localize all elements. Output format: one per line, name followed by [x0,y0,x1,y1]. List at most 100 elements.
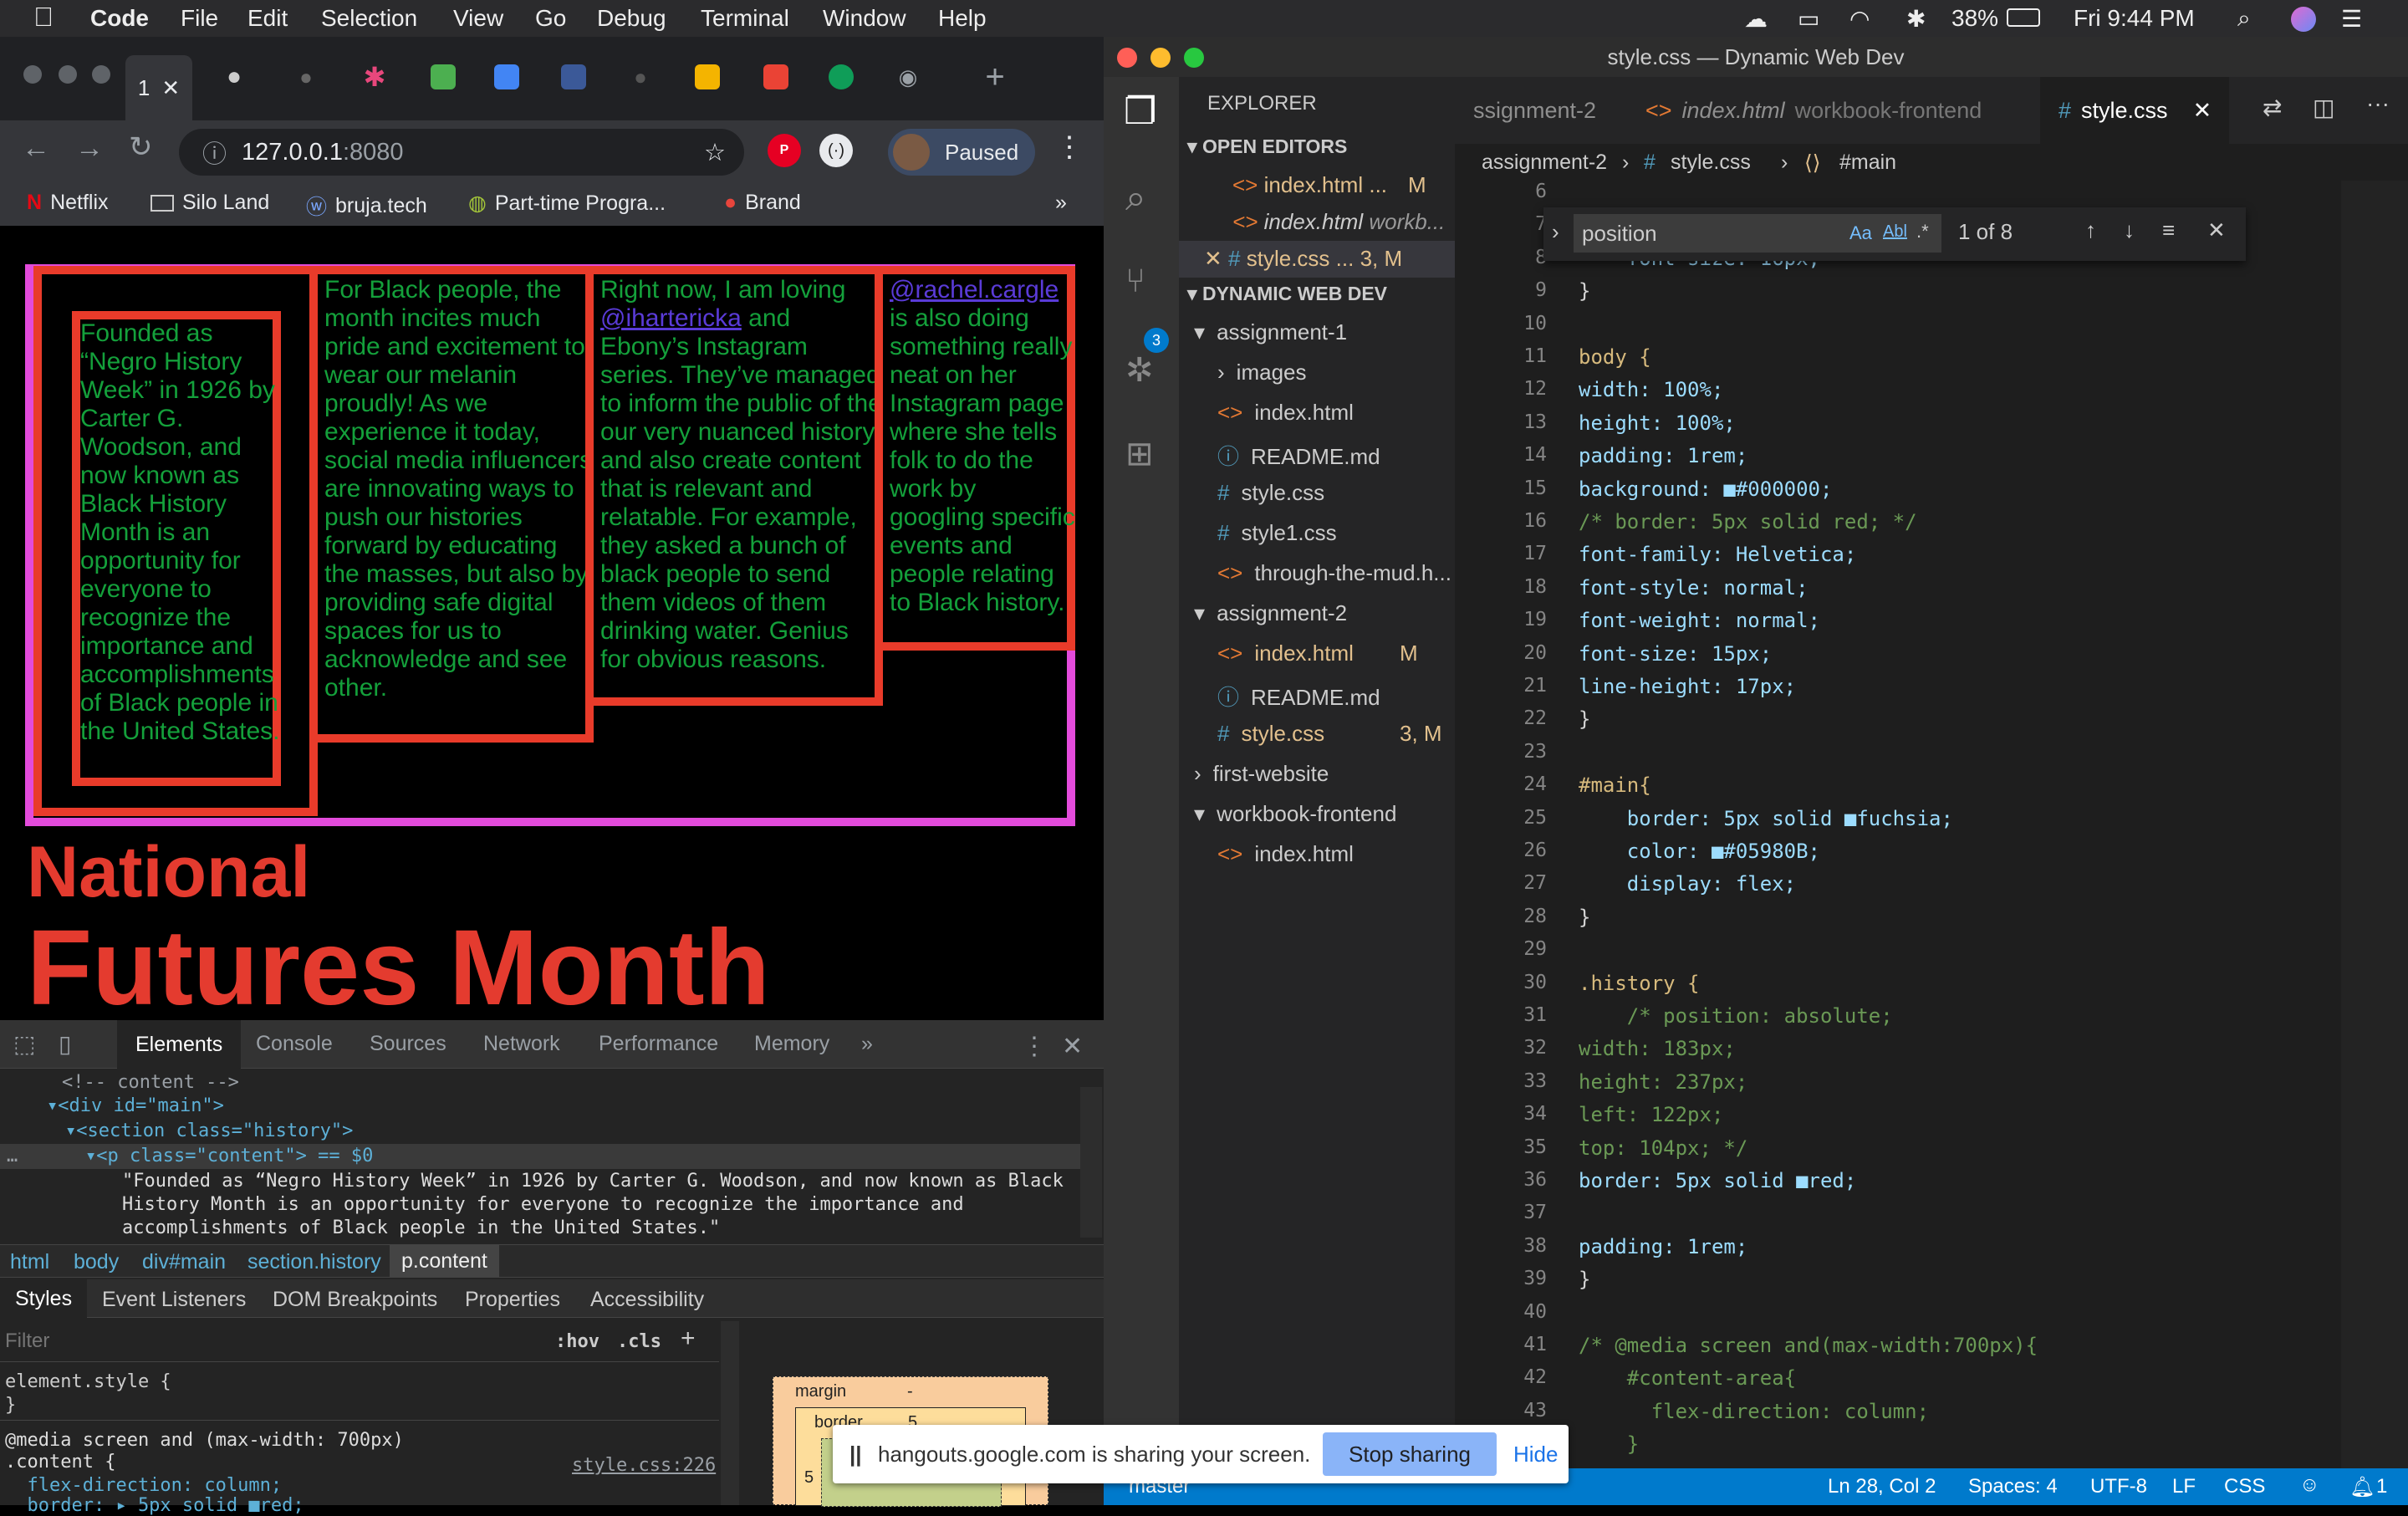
find-input[interactable]: position Aa Abl .* [1574,214,1941,253]
code-editor[interactable]: assignment-2 › # style.css › ⟨⟩ #main 6 7… [1455,144,2408,1505]
tree-item[interactable]: # style.css 3, M [1217,721,1442,747]
code-line[interactable]: font-size: 15px; [1579,642,1772,666]
crumb-section-history[interactable]: section.history [247,1250,381,1274]
menu-selection[interactable]: Selection [321,5,417,32]
tree-item[interactable]: <> index.html [1217,841,1354,867]
bookmark-part-time[interactable]: ◍ Part-time Progra... [468,191,666,216]
tab-performance[interactable]: Performance [599,1032,718,1056]
minimize-window-button[interactable] [59,65,77,84]
tree-item[interactable]: <> index.html M [1217,641,1418,666]
info-icon[interactable]: ⓘ [202,135,227,170]
tree-item[interactable]: ⓘ README.md [1217,681,1380,712]
tab-github[interactable]: ● [209,55,259,99]
tab-elements[interactable]: Elements [117,1020,242,1069]
dom-text-line[interactable]: "Founded as “Negro History Week” in 1926… [122,1171,1064,1192]
minimap[interactable] [2341,181,2408,1468]
code-line[interactable]: font-style: normal; [1579,576,1809,600]
previous-match-icon[interactable]: ↑ [2085,217,2096,243]
crumb-body[interactable]: body [74,1250,119,1274]
menu-view[interactable]: View [453,5,503,32]
subtab-event-listeners[interactable]: Event Listeners [102,1288,246,1312]
dom-node-p-content[interactable]: ▾<p class="content"> == $0 [85,1146,373,1166]
pinterest-icon[interactable]: P [768,134,801,167]
code-line[interactable]: } [1579,1432,1639,1456]
language-mode[interactable]: CSS [2224,1475,2265,1498]
tab-sources[interactable]: Sources [370,1032,446,1056]
open-changes-icon[interactable]: ⇄ [2263,94,2282,121]
wifi-icon[interactable]: ◠ [1849,5,1870,33]
tree-item[interactable]: <> through-the-mud.h... [1217,560,1451,586]
hov-toggle[interactable]: :hov [555,1331,599,1352]
feedback-icon[interactable]: ☺ [2299,1473,2320,1497]
creative-cloud-icon[interactable]: ☁ [1744,5,1768,33]
code-line[interactable]: /* border: 5px solid red; */ [1579,510,1917,533]
zoom-window-button[interactable] [92,65,110,84]
battery-icon[interactable] [2007,8,2040,27]
code-line[interactable]: font-weight: normal; [1579,609,1820,632]
code-line[interactable]: color: ■#05980B; [1579,840,1820,863]
new-style-rule-button[interactable]: + [681,1325,696,1353]
bookmark-netflix[interactable]: N Netflix [27,191,109,215]
tab-console[interactable]: Console [256,1032,333,1056]
subtab-styles[interactable]: Styles [0,1279,88,1318]
more-tabs-icon[interactable]: » [861,1032,873,1056]
style-source-link[interactable]: style.css:226 [572,1455,716,1476]
code-line[interactable]: } [1579,1268,1590,1291]
subtab-dom-breakpoints[interactable]: DOM Breakpoints [273,1288,437,1312]
tab-assignment-2[interactable]: ssignment-2 [1455,77,1622,144]
toggle-replace-icon[interactable]: › [1552,219,1559,245]
tab-slides[interactable] [682,55,732,99]
tab-network[interactable]: Network [483,1032,560,1056]
next-match-icon[interactable]: ↓ [2124,217,2135,243]
dom-comment[interactable]: <!-- content --> [62,1072,239,1093]
bookmark-silo-land[interactable]: Silo Land [150,191,269,215]
code-line[interactable]: line-height: 17px; [1579,675,1796,698]
dom-scrollbar[interactable] [1080,1087,1102,1238]
ihartericka-link[interactable]: @ihartericka [600,304,742,332]
spotlight-icon[interactable]: ⌕ [2237,5,2251,33]
tab-style-css-active[interactable]: # style.css ✕ [2040,77,2229,144]
tab-memory[interactable]: Memory [754,1032,829,1056]
regex-toggle[interactable]: .* [1916,221,1929,242]
code-line[interactable]: display: flex; [1579,872,1796,896]
line-ending[interactable]: LF [2172,1475,2196,1498]
airplay-icon[interactable]: ▭ [1798,5,1819,33]
profile-button[interactable]: Paused [888,129,1035,176]
code-line[interactable]: top: 104px; */ [1579,1136,1747,1160]
cursor-position[interactable]: Ln 28, Col 2 [1828,1475,1936,1498]
devtools-menu-icon[interactable]: ⋮ [1022,1032,1047,1061]
cls-toggle[interactable]: .cls [617,1331,661,1352]
match-case-toggle[interactable]: Aa [1849,222,1872,244]
bookmark-bruja-tech[interactable]: ⓦ bruja.tech [306,191,427,221]
encoding[interactable]: UTF-8 [2090,1475,2147,1498]
code-line[interactable]: border: 5px solid ■red; [1579,1169,1856,1192]
code-line[interactable]: } [1579,707,1590,731]
close-tab-icon[interactable]: ✕ [2193,98,2212,124]
menu-terminal[interactable]: Terminal [701,5,789,32]
address-bar[interactable]: ⓘ 127.0.0.1 :8080 ☆ [179,129,744,176]
extensions-icon[interactable]: ⊞ [1125,435,1154,473]
crumb-folder[interactable]: assignment-2 [1482,151,1607,175]
pause-icon[interactable]: || [849,1442,862,1468]
tree-item[interactable]: ▾ workbook-frontend [1194,801,1396,827]
bluetooth-icon[interactable]: ✱ [1906,5,1926,33]
open-editor-item[interactable]: <> index.html workb... [1232,209,1445,235]
tree-item[interactable]: # style.css [1217,480,1324,506]
code-line[interactable]: border: 5px solid ■fuchsia; [1579,807,1953,830]
subtab-properties[interactable]: Properties [465,1288,560,1312]
tree-item[interactable]: › images [1217,360,1307,385]
close-find-icon[interactable]: ✕ [2207,217,2226,243]
code-line[interactable]: padding: 1rem; [1579,1235,1747,1258]
open-editor-item-active[interactable]: ✕ # style.css ... 3, M [1204,246,1402,272]
tab-2[interactable]: ● [281,55,331,99]
dom-text-line[interactable]: accomplishments of Black people in the U… [122,1217,720,1238]
style-declaration[interactable]: flex-direction: column; [5,1475,282,1496]
tree-item[interactable]: <> index.html [1217,400,1354,426]
menu-debug[interactable]: Debug [597,5,666,32]
code-line[interactable]: height: 100%; [1579,411,1736,435]
tree-item[interactable]: › first-website [1194,761,1329,787]
forward-icon[interactable]: → [75,132,104,165]
more-actions-icon[interactable]: ··· [2366,90,2390,117]
code-line[interactable]: .history { [1579,972,1700,995]
indentation[interactable]: Spaces: 4 [1968,1475,2058,1498]
